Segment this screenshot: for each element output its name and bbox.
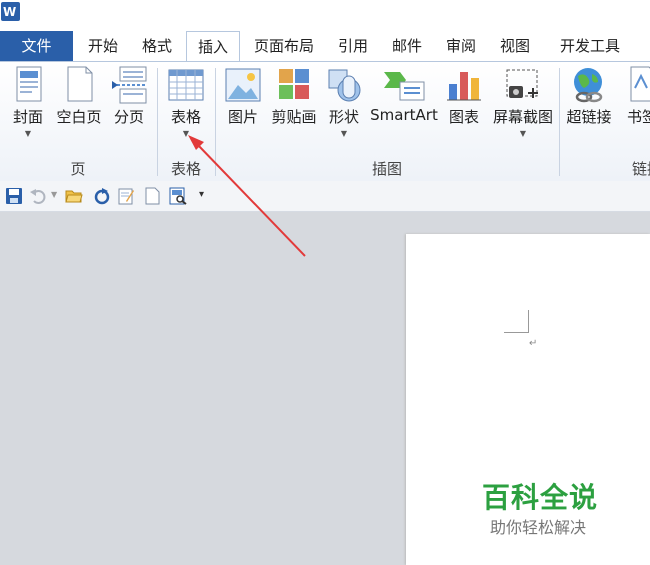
page-break-label: 分页 xyxy=(113,108,144,126)
tab-insert[interactable]: 插入 xyxy=(186,31,240,62)
watermark-subtitle: 助你轻松解决 xyxy=(490,518,587,537)
chart-label: 图表 xyxy=(448,108,479,126)
blank-page-button[interactable]: 空白页 xyxy=(54,66,104,127)
document-workspace: ↵ 百科全说 助你轻松解决 xyxy=(0,212,650,565)
clip-art-button[interactable]: 剪贴画 xyxy=(268,66,320,127)
open-folder-icon[interactable] xyxy=(65,187,83,205)
pages-group-label: 页 xyxy=(70,160,86,178)
smartart-button[interactable]: SmartArt xyxy=(368,66,440,124)
shapes-button[interactable]: 形状 ▼ xyxy=(324,66,364,138)
group-divider xyxy=(559,68,560,176)
document-page[interactable]: ↵ 百科全说 助你轻松解决 xyxy=(406,234,650,565)
shapes-icon xyxy=(328,69,361,102)
screenshot-icon xyxy=(506,69,538,98)
hyperlink-button[interactable]: 超链接 xyxy=(562,66,616,127)
picture-label: 图片 xyxy=(227,108,258,126)
cover-page-label: 封面 xyxy=(12,108,43,126)
undo-icon[interactable] xyxy=(29,187,47,205)
bookmark-label: 书签 xyxy=(626,108,650,126)
chevron-down-icon: ▼ xyxy=(24,129,32,138)
ribbon-insert-panel: 封面 ▼ 空白页 分页 页 表格 ▼ 表格 图片 剪贴画 形状 ▼ SmartA… xyxy=(0,61,650,182)
tab-references[interactable]: 引用 xyxy=(332,31,374,61)
cover-page-icon xyxy=(16,66,42,102)
tab-page-layout[interactable]: 页面布局 xyxy=(248,31,320,61)
customize-toolbar-icon[interactable]: ▾ xyxy=(199,189,204,200)
picture-icon xyxy=(225,68,261,102)
shapes-label: 形状 xyxy=(328,108,359,126)
tab-review[interactable]: 审阅 xyxy=(440,31,482,61)
screenshot-button[interactable]: 屏幕截图 ▼ xyxy=(488,66,558,138)
tab-mailings[interactable]: 邮件 xyxy=(386,31,428,61)
tab-view[interactable]: 视图 xyxy=(494,31,536,61)
edit-document-icon[interactable] xyxy=(117,187,135,205)
blank-page-icon xyxy=(67,66,93,102)
paragraph-mark: ↵ xyxy=(529,338,538,349)
redo-icon[interactable] xyxy=(93,187,111,205)
tab-home[interactable]: 开始 xyxy=(82,31,124,61)
chart-button[interactable]: 图表 xyxy=(444,66,484,127)
margin-corner-mark xyxy=(504,310,529,333)
globe-link-icon xyxy=(574,68,603,103)
undo-dropdown-icon[interactable]: ▼ xyxy=(51,190,57,199)
new-document-icon[interactable] xyxy=(143,187,161,205)
smartart-label: SmartArt xyxy=(370,106,438,124)
screenshot-label: 屏幕截图 xyxy=(492,108,553,126)
table-label: 表格 xyxy=(170,108,201,126)
chevron-down-icon: ▼ xyxy=(519,129,527,138)
word-app-icon[interactable]: W xyxy=(1,2,20,21)
watermark-title: 百科全说 xyxy=(482,481,599,514)
print-preview-icon[interactable] xyxy=(169,187,187,205)
cover-page-button[interactable]: 封面 ▼ xyxy=(6,66,50,138)
links-group-label: 链接 xyxy=(632,160,650,178)
bookmark-icon xyxy=(630,66,650,102)
tab-developer[interactable]: 开发工具 xyxy=(550,31,630,61)
ribbon-tabs: 文件 开始 格式 插入 页面布局 引用 邮件 审阅 视图 开发工具 xyxy=(0,31,650,62)
chart-icon xyxy=(447,72,481,101)
svg-text:W: W xyxy=(3,5,16,19)
illustrations-group-label: 插图 xyxy=(371,160,402,178)
tables-group-label: 表格 xyxy=(170,160,201,178)
hyperlink-label: 超链接 xyxy=(566,108,612,126)
quick-access-toolbar: ▼ ▾ xyxy=(0,181,650,212)
chevron-down-icon: ▼ xyxy=(182,129,190,138)
table-button[interactable]: 表格 ▼ xyxy=(164,66,208,138)
tab-format[interactable]: 格式 xyxy=(136,31,178,61)
tab-file[interactable]: 文件 xyxy=(0,31,73,61)
save-icon[interactable] xyxy=(5,187,23,205)
table-grid-icon xyxy=(168,69,204,101)
blank-page-label: 空白页 xyxy=(56,108,102,126)
page-break-button[interactable]: 分页 xyxy=(108,66,150,127)
clip-art-icon xyxy=(279,69,309,99)
title-bar: W xyxy=(0,0,650,30)
chevron-down-icon: ▼ xyxy=(340,129,348,138)
page-break-icon xyxy=(112,66,147,104)
clip-art-label: 剪贴画 xyxy=(271,108,317,126)
bookmark-button[interactable]: 书签 xyxy=(620,66,650,127)
picture-button[interactable]: 图片 xyxy=(222,66,264,127)
smartart-icon xyxy=(384,72,425,101)
